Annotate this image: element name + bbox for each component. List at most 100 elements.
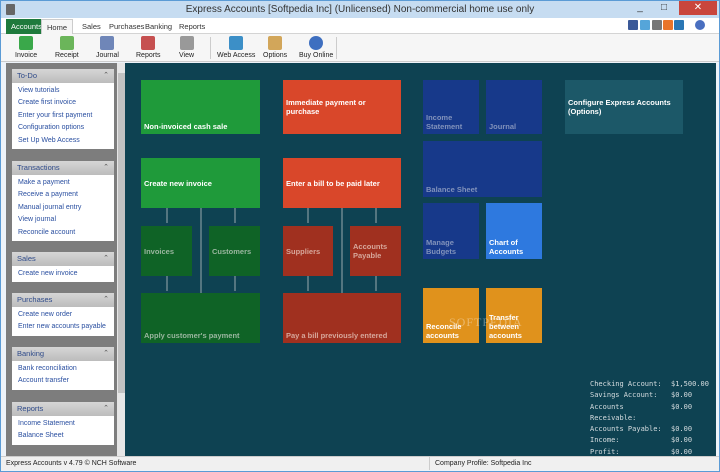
panel-header[interactable]: Banking ⌃: [12, 347, 114, 361]
sidebar-link[interactable]: View journal: [12, 214, 114, 226]
tile-journal[interactable]: Journal: [486, 80, 542, 134]
reports-icon: [141, 36, 156, 50]
reports-label: Reports: [136, 52, 161, 59]
journal-button[interactable]: Journal: [96, 36, 119, 59]
tile-configure[interactable]: Configure Express Accounts (Options): [565, 80, 683, 134]
sidebar-link[interactable]: Create new invoice: [12, 268, 114, 280]
tile-label: Pay a bill previously entered: [286, 331, 388, 340]
facebook-icon[interactable]: [628, 20, 638, 30]
buy-online-button[interactable]: Buy Online: [299, 36, 333, 59]
sidebar-link[interactable]: Create first invoice: [12, 97, 114, 109]
tile-label: Chart of Accounts: [489, 238, 524, 256]
minimize-button[interactable]: _: [629, 1, 651, 15]
collapse-icon[interactable]: ⌃: [103, 69, 109, 83]
tile-label: Income Statement: [426, 113, 463, 131]
tile-label: Invoices: [144, 246, 175, 256]
collapse-icon[interactable]: ⌃: [103, 252, 109, 266]
buy-online-label: Buy Online: [299, 52, 334, 59]
journal-label: Journal: [96, 52, 119, 59]
sidebar-link[interactable]: Reconcile account: [12, 227, 114, 239]
tile-chart-of-accounts[interactable]: Chart of Accounts: [486, 203, 542, 259]
options-button[interactable]: Options: [263, 36, 287, 59]
sidebar-link[interactable]: Income Statement: [12, 418, 114, 430]
window-title: Express Accounts [Softpedia Inc] (Unlice…: [185, 4, 535, 15]
panel-sales: Sales ⌃ Create new invoice: [12, 252, 114, 283]
tab-reports[interactable]: Reports: [174, 19, 210, 34]
tile-label: Balance Sheet: [426, 185, 478, 194]
tile-create-new-invoice[interactable]: Create new invoice: [141, 158, 260, 208]
scrollbar-thumb[interactable]: [118, 73, 125, 393]
linkedin-icon[interactable]: [674, 20, 684, 30]
invoice-button[interactable]: Invoice: [15, 36, 37, 59]
collapse-icon[interactable]: ⌃: [103, 402, 109, 416]
reports-button[interactable]: Reports: [136, 36, 161, 59]
panel-title: Purchases: [17, 295, 53, 304]
sidebar-link[interactable]: Set Up Web Access: [12, 135, 114, 147]
tile-label: Non-invoiced cash sale: [144, 122, 228, 131]
twitter-icon[interactable]: [640, 20, 650, 30]
tab-home[interactable]: Home: [41, 19, 74, 34]
panel-header[interactable]: Purchases ⌃: [12, 293, 114, 307]
sidebar-link[interactable]: Enter your first payment: [12, 110, 114, 122]
panel-header[interactable]: Reports ⌃: [12, 402, 114, 416]
tile-balance-sheet[interactable]: Balance Sheet: [423, 141, 542, 197]
summary-row: Checking Account: $1,500.00: [590, 379, 709, 390]
tile-label: Immediate payment or purchase: [286, 98, 366, 116]
buy-online-icon: [309, 36, 324, 50]
tab-banking[interactable]: Banking: [140, 19, 177, 34]
tile-income-statement[interactable]: Income Statement: [423, 80, 479, 134]
panel-purchases: Purchases ⌃ Create new order Enter new ac…: [12, 293, 114, 336]
tab-sales[interactable]: Sales: [77, 19, 106, 34]
view-button[interactable]: View: [179, 36, 194, 59]
google-plus-icon[interactable]: [652, 20, 662, 30]
status-bar: Express Accounts v 4.79 © NCH Software C…: [1, 456, 719, 470]
panel-title: Transactions: [17, 163, 60, 172]
panel-reports: Reports ⌃ Income Statement Balance Sheet: [12, 402, 114, 445]
tile-manage-budgets[interactable]: Manage Budgets: [423, 203, 479, 259]
web-access-button[interactable]: Web Access: [217, 36, 255, 59]
sidebar-link[interactable]: View tutorials: [12, 85, 114, 97]
share-icon[interactable]: [663, 20, 673, 30]
panel-title: Banking: [17, 349, 45, 358]
collapse-icon[interactable]: ⌃: [103, 293, 109, 307]
sidebar-link[interactable]: Make a payment: [12, 177, 114, 189]
company-profile: Company Profile: Softpedia Inc: [429, 457, 532, 470]
summary-value: $0.00: [671, 436, 693, 445]
tile-non-invoiced-cash-sale[interactable]: Non-invoiced cash sale: [141, 80, 260, 134]
sidebar-link[interactable]: Balance Sheet: [12, 430, 114, 442]
panel-header[interactable]: Transactions ⌃: [12, 161, 114, 175]
collapse-icon[interactable]: ⌃: [103, 347, 109, 361]
panel-header[interactable]: To-Do ⌃: [12, 69, 114, 83]
tile-customers[interactable]: Customers: [209, 226, 260, 276]
close-button[interactable]: ✕: [679, 1, 717, 15]
receipt-button[interactable]: Receipt: [55, 36, 79, 59]
tile-label: Enter a bill to be paid later: [286, 178, 380, 188]
sidebar-link[interactable]: Configuration options: [12, 122, 114, 134]
summary-row: Savings Account: $0.00: [590, 390, 709, 401]
tile-invoices[interactable]: Invoices: [141, 226, 192, 276]
tile-pay-bill[interactable]: Pay a bill previously entered: [283, 293, 401, 343]
panel-transactions: Transactions ⌃ Make a payment Receive a p…: [12, 161, 114, 242]
summary-label: Accounts Receivable:: [590, 402, 637, 422]
version-text: Express Accounts v 4.79 © NCH Software: [6, 460, 137, 467]
sidebar-link[interactable]: Manual journal entry: [12, 202, 114, 214]
app-window: Express Accounts [Softpedia Inc] (Unlice…: [0, 0, 720, 472]
tile-apply-customer-payment[interactable]: Apply customer's payment: [141, 293, 260, 343]
tile-enter-bill[interactable]: Enter a bill to be paid later: [283, 158, 401, 208]
sidebar-link[interactable]: Account transfer: [12, 375, 114, 387]
options-label: Options: [263, 52, 288, 59]
collapse-icon[interactable]: ⌃: [103, 161, 109, 175]
tile-suppliers[interactable]: Suppliers: [283, 226, 333, 276]
sidebar-link[interactable]: Create new order: [12, 309, 114, 321]
tile-immediate-payment[interactable]: Immediate payment or purchase: [283, 80, 401, 134]
view-icon: [179, 36, 194, 50]
sidebar-link[interactable]: Receive a payment: [12, 189, 114, 201]
tile-label: Customers: [212, 246, 252, 256]
panel-header[interactable]: Sales ⌃: [12, 252, 114, 266]
help-icon[interactable]: [695, 20, 705, 30]
maximize-button[interactable]: □: [653, 1, 675, 15]
tile-accounts-payable[interactable]: Accounts Payable: [350, 226, 401, 276]
summary-value: $0.00: [671, 425, 693, 434]
sidebar-link[interactable]: Enter new accounts payable: [12, 321, 114, 333]
sidebar-link[interactable]: Bank reconciliation: [12, 363, 114, 375]
